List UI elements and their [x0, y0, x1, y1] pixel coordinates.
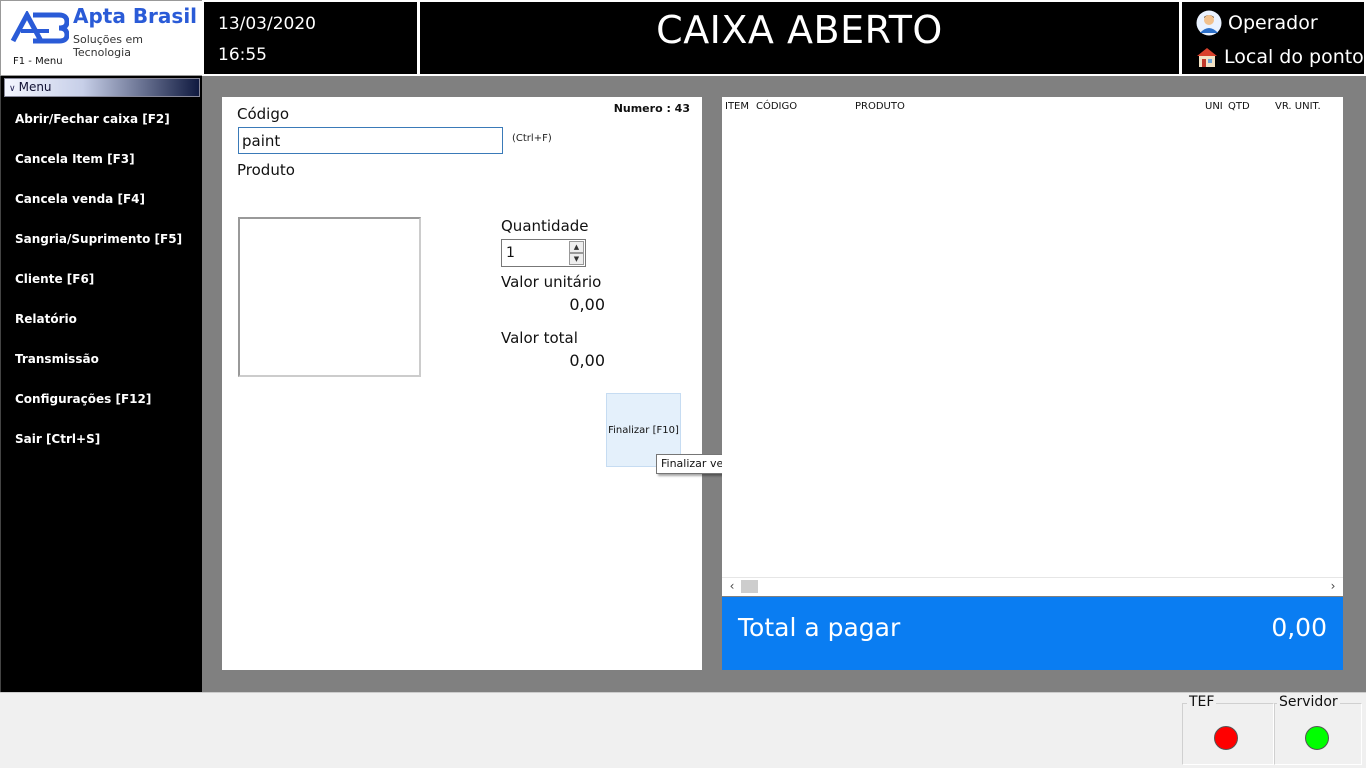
tef-label: TEF — [1187, 694, 1217, 710]
stepper-up-icon[interactable]: ▲ — [569, 241, 584, 253]
chevron-down-icon: ∨ — [9, 84, 16, 94]
current-date: 13/03/2020 — [218, 14, 316, 34]
unit-value-label: Valor unitário — [501, 273, 602, 291]
apta-logo-icon — [10, 11, 69, 44]
scroll-right-icon[interactable]: › — [1324, 578, 1342, 595]
status-bar: TEF Servidor — [0, 692, 1366, 768]
quantity-label: Quantidade — [501, 217, 589, 235]
product-entry-panel: Código Numero : 43 (Ctrl+F) Produto Quan… — [222, 97, 702, 670]
quantity-stepper[interactable]: 1 ▲ ▼ — [501, 239, 586, 267]
total-amount: 0,00 — [1271, 613, 1327, 642]
tef-status-indicator-icon — [1214, 726, 1238, 750]
menu-list: Abrir/Fechar caixa [F2] Cancela Item [F3… — [1, 99, 201, 459]
menu-title: Menu — [18, 80, 52, 94]
logo-area: Apta Brasil Soluções em Tecnologia F1 - … — [0, 0, 203, 76]
operator-row: Operador — [1196, 10, 1318, 36]
horizontal-scrollbar[interactable]: ‹ › — [722, 577, 1343, 595]
scroll-left-icon[interactable]: ‹ — [723, 578, 741, 595]
page-title: CAIXA ABERTO — [656, 8, 943, 52]
unit-value: 0,00 — [569, 295, 605, 314]
location-row: Local do ponto — [1196, 46, 1364, 68]
product-label: Produto — [237, 161, 295, 179]
menu-header[interactable]: ∨ Menu — [4, 78, 200, 97]
code-shortcut-hint: (Ctrl+F) — [512, 133, 552, 144]
total-label: Total a pagar — [738, 613, 901, 642]
store-icon — [1197, 48, 1217, 67]
tef-status: TEF — [1182, 694, 1274, 765]
menu-item-withdrawal-supply[interactable]: Sangria/Suprimento [F5] — [1, 219, 201, 259]
code-label: Código — [237, 105, 290, 123]
scrollbar-thumb[interactable] — [741, 580, 758, 593]
quantity-value[interactable]: 1 — [506, 245, 515, 261]
column-header-item: ITEM — [725, 101, 750, 112]
user-panel: Operador Local do ponto — [1180, 0, 1366, 76]
operator-name: Operador — [1228, 12, 1318, 34]
menu-item-customer[interactable]: Cliente [F6] — [1, 259, 201, 299]
items-table: ITEM CÓDIGO PRODUTO UNI QTD VR. UNIT. ‹ … — [722, 97, 1343, 596]
location-name: Local do ponto — [1224, 46, 1364, 68]
column-header-qty: QTD — [1228, 101, 1250, 112]
sale-number: Numero : 43 — [613, 102, 690, 115]
column-header-unit-price: VR. UNIT. — [1275, 101, 1321, 112]
current-time: 16:55 — [218, 45, 267, 65]
status-title-panel: CAIXA ABERTO — [418, 0, 1181, 76]
menu-item-transmission[interactable]: Transmissão — [1, 339, 201, 379]
menu-item-settings[interactable]: Configurações [F12] — [1, 379, 201, 419]
server-label: Servidor — [1277, 694, 1340, 710]
datetime-panel: 13/03/2020 16:55 — [202, 0, 419, 76]
column-header-code: CÓDIGO — [756, 101, 798, 112]
menu-item-open-close-cash[interactable]: Abrir/Fechar caixa [F2] — [1, 99, 201, 139]
sidebar: ∨ Menu Abrir/Fechar caixa [F2] Cancela It… — [0, 76, 202, 692]
stepper-buttons: ▲ ▼ — [569, 241, 584, 265]
column-header-product: PRODUTO — [855, 101, 905, 112]
total-value: 0,00 — [569, 351, 605, 370]
product-image — [238, 217, 421, 377]
brand-name: Apta Brasil — [73, 4, 198, 28]
column-header-unit: UNI — [1205, 101, 1223, 112]
total-panel: Total a pagar 0,00 — [722, 597, 1343, 670]
server-status-indicator-icon — [1305, 726, 1329, 750]
server-status: Servidor — [1274, 694, 1362, 765]
menu-item-cancel-item[interactable]: Cancela Item [F3] — [1, 139, 201, 179]
menu-item-report[interactable]: Relatório — [1, 299, 201, 339]
code-input[interactable] — [238, 127, 503, 154]
user-avatar-icon — [1196, 10, 1222, 36]
stepper-down-icon[interactable]: ▼ — [569, 253, 584, 265]
menu-shortcut-hint: F1 - Menu — [13, 56, 63, 67]
menu-item-cancel-sale[interactable]: Cancela venda [F4] — [1, 179, 201, 219]
brand-tagline: Soluções em Tecnologia — [73, 33, 143, 59]
total-value-label: Valor total — [501, 329, 578, 347]
menu-item-exit[interactable]: Sair [Ctrl+S] — [1, 419, 201, 459]
